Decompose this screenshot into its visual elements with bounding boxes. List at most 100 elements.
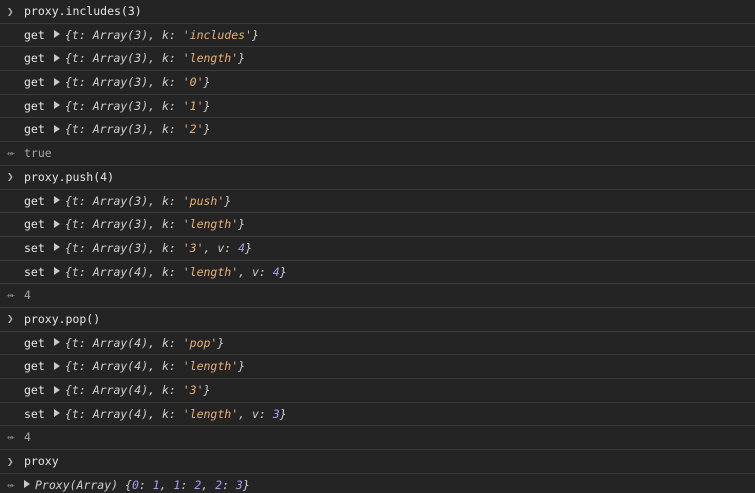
- console-log-row[interactable]: get {t: Array(3), k: 'length'}: [0, 213, 755, 237]
- expand-triangle-icon[interactable]: [54, 338, 60, 347]
- text-token: ), k:: [141, 193, 183, 208]
- object-preview: {t: Array(4), k: 'pop'}: [65, 336, 224, 350]
- expand-triangle-icon[interactable]: [54, 409, 60, 418]
- chevron-right-icon: ❯: [7, 170, 14, 184]
- text-token: ,: [159, 477, 174, 492]
- text-token: }: [251, 27, 259, 42]
- prompt-chevron-icon: ❯: [7, 308, 19, 331]
- console-log-message[interactable]: set {t: Array(4), k: 'length', v: 4}: [24, 261, 287, 285]
- object-preview: {t: Array(4), k: '3'}: [65, 383, 210, 397]
- console-log-message[interactable]: get {t: Array(3), k: '1'}: [24, 95, 210, 119]
- console-result-value: true: [24, 146, 52, 161]
- console-log-row[interactable]: get {t: Array(4), k: 'length'}: [0, 355, 755, 379]
- string-token: '1': [182, 98, 204, 113]
- expand-triangle-icon[interactable]: [24, 480, 30, 489]
- text-token: ), k:: [141, 217, 183, 232]
- console-log-message[interactable]: set {t: Array(3), k: '3', v: 4}: [24, 237, 252, 261]
- console-log-row[interactable]: get {t: Array(3), k: '1'}: [0, 95, 755, 119]
- console-command-text: proxy.pop(): [24, 311, 101, 326]
- object-preview: Proxy(Array) {0: 1, 1: 2, 2: 3}: [35, 478, 250, 492]
- expand-triangle-icon[interactable]: [54, 77, 60, 86]
- console-log-message[interactable]: get {t: Array(3), k: 'includes'}: [24, 24, 259, 48]
- console-log-row[interactable]: get {t: Array(4), k: 'pop'}: [0, 332, 755, 356]
- console-log-message[interactable]: get {t: Array(3), k: 'length'}: [24, 47, 245, 71]
- console-log-row[interactable]: set {t: Array(4), k: 'length', v: 4}: [0, 261, 755, 285]
- expand-triangle-icon[interactable]: [54, 219, 60, 228]
- text-token: , v:: [238, 406, 273, 421]
- text-token: {t: Array(: [65, 51, 135, 66]
- object-preview: {t: Array(3), k: '1'}: [65, 99, 210, 113]
- text-token: {t: Array(: [65, 217, 135, 232]
- console-log-row[interactable]: get {t: Array(3), k: '0'}: [0, 71, 755, 95]
- console-result-row[interactable]: ⬰ 4: [0, 426, 755, 451]
- text-token: , v:: [238, 264, 273, 279]
- string-token: 'length': [182, 51, 239, 66]
- text-token: }: [217, 335, 225, 350]
- console-input-row: ❯ proxy.pop(): [0, 308, 755, 332]
- expand-triangle-icon[interactable]: [54, 30, 60, 39]
- number-token: 3: [272, 406, 280, 421]
- console-log-row[interactable]: get {t: Array(4), k: '3'}: [0, 379, 755, 403]
- text-token: {t: Array(: [65, 98, 135, 113]
- log-method-label: set: [24, 264, 45, 279]
- expand-triangle-icon[interactable]: [54, 53, 60, 62]
- text-token: {t: Array(: [65, 406, 135, 421]
- console-log-message[interactable]: get {t: Array(3), k: 'length'}: [24, 213, 245, 237]
- text-token: ), k:: [141, 98, 183, 113]
- text-token: ), k:: [141, 240, 183, 255]
- text-token: {t: Array(: [65, 383, 135, 397]
- console-log-row[interactable]: get {t: Array(3), k: '2'}: [0, 118, 755, 143]
- text-token: :: [180, 477, 195, 492]
- console-log-message[interactable]: get {t: Array(4), k: 'length'}: [24, 355, 245, 379]
- console-log-message[interactable]: get {t: Array(3), k: '2'}: [24, 118, 210, 142]
- object-preview: {t: Array(4), k: 'length', v: 4}: [65, 265, 287, 279]
- return-arrow-icon: ⬰: [7, 284, 19, 307]
- return-arrow-glyph: ⬰: [7, 147, 15, 159]
- expand-triangle-icon[interactable]: [54, 243, 60, 252]
- console-log-row[interactable]: get {t: Array(3), k: 'push'}: [0, 190, 755, 214]
- prompt-chevron-icon: ❯: [7, 0, 19, 23]
- expand-triangle-icon[interactable]: [54, 101, 60, 110]
- console-result-object[interactable]: Proxy(Array) {0: 1, 1: 2, 2: 3}: [24, 474, 250, 493]
- text-token: {t: Array(: [65, 240, 135, 255]
- expand-triangle-icon[interactable]: [54, 196, 60, 204]
- console-result-row[interactable]: ⬰ 4: [0, 284, 755, 308]
- log-method-label: set: [24, 240, 45, 255]
- object-preview: {t: Array(4), k: 'length', v: 3}: [65, 407, 287, 421]
- string-token: 'length': [182, 359, 239, 374]
- console-command-text: proxy.includes(3): [24, 4, 142, 18]
- text-token: {t: Array(: [65, 193, 135, 208]
- text-token: ), k:: [141, 359, 183, 374]
- console-log-message[interactable]: get {t: Array(3), k: '0'}: [24, 71, 210, 95]
- expand-triangle-icon[interactable]: [54, 124, 60, 133]
- object-preview: {t: Array(3), k: '0'}: [65, 75, 210, 89]
- object-preview: {t: Array(3), k: 'length'}: [65, 217, 245, 231]
- text-token: ), k:: [141, 122, 183, 137]
- console-log-message[interactable]: get {t: Array(4), k: 'pop'}: [24, 332, 224, 356]
- console-log-row[interactable]: get {t: Array(3), k: 'length'}: [0, 47, 755, 72]
- console-result-object-row[interactable]: ⬰ Proxy(Array) {0: 1, 1: 2, 2: 3}: [0, 474, 755, 493]
- number-token: 4: [272, 264, 280, 279]
- console-log-message[interactable]: get {t: Array(4), k: '3'}: [24, 379, 210, 403]
- object-preview: {t: Array(3), k: 'includes'}: [65, 28, 259, 42]
- return-arrow-glyph: ⬰: [7, 431, 15, 443]
- log-method-label: get: [24, 193, 45, 208]
- console-result-value: 4: [24, 288, 31, 303]
- string-token: 'length': [182, 406, 239, 421]
- log-method-label: get: [24, 335, 45, 350]
- console-log-message[interactable]: set {t: Array(4), k: 'length', v: 3}: [24, 403, 287, 427]
- text-token: {t: Array(: [65, 335, 135, 350]
- console-log-message[interactable]: get {t: Array(3), k: 'push'}: [24, 190, 231, 214]
- console-result-row[interactable]: ⬰ true: [0, 142, 755, 166]
- console-log-row[interactable]: get {t: Array(3), k: 'includes'}: [0, 24, 755, 48]
- expand-triangle-icon[interactable]: [54, 385, 60, 394]
- chevron-right-icon: ❯: [7, 4, 14, 18]
- log-method-label: get: [24, 75, 45, 90]
- text-token: }: [238, 217, 246, 232]
- log-method-label: get: [24, 98, 45, 113]
- expand-triangle-icon[interactable]: [54, 361, 60, 370]
- console-log-row[interactable]: set {t: Array(4), k: 'length', v: 3}: [0, 403, 755, 427]
- expand-triangle-icon[interactable]: [54, 267, 60, 276]
- console-log-row[interactable]: set {t: Array(3), k: '3', v: 4}: [0, 237, 755, 261]
- text-token: {t: Array(: [65, 75, 135, 90]
